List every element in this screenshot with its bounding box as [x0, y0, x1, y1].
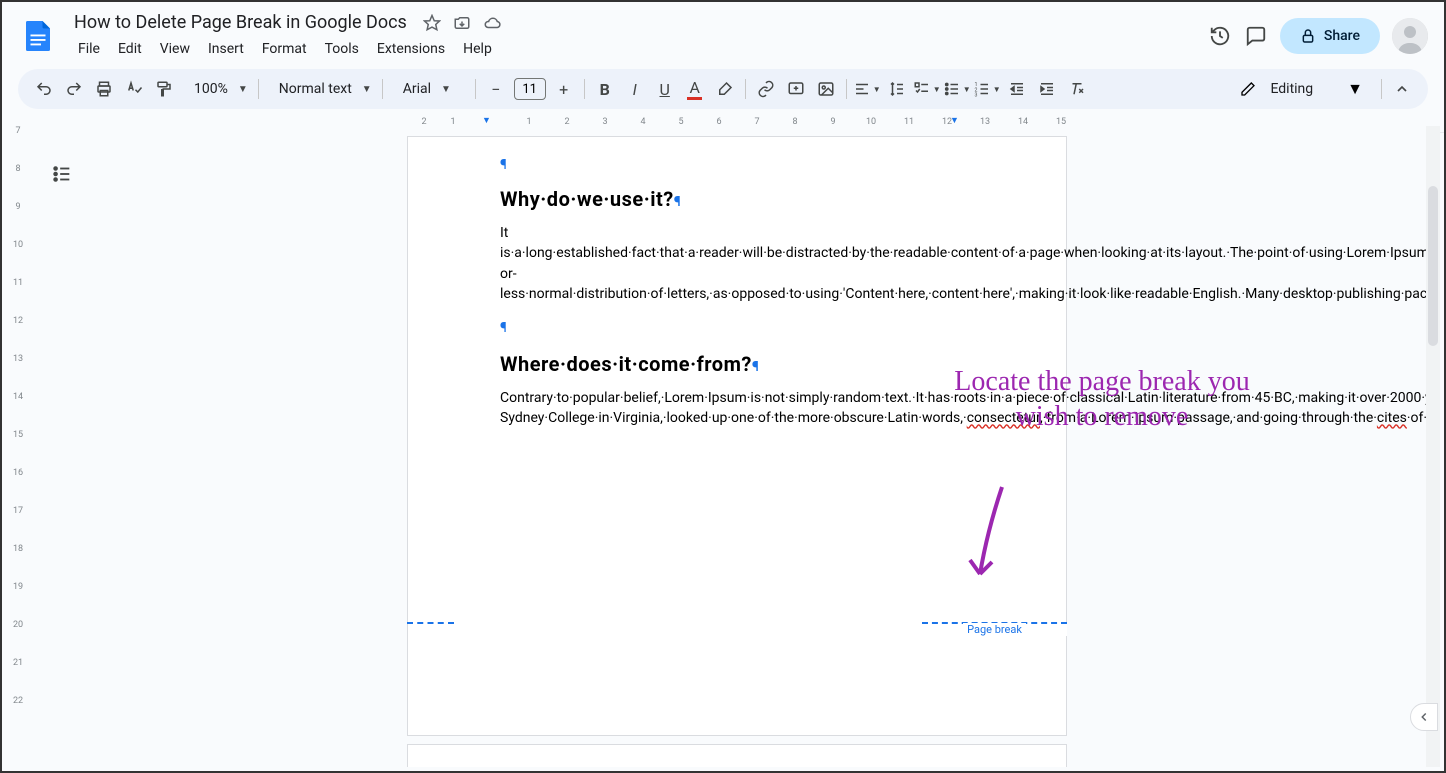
indent-marker[interactable]: ▼ — [482, 115, 491, 126]
menu-help[interactable]: Help — [455, 37, 500, 61]
vertical-scrollbar[interactable] — [1426, 126, 1440, 767]
pilcrow-mark: ¶ — [500, 157, 974, 173]
pilcrow-mark: ¶ — [500, 320, 974, 336]
heading[interactable]: Where·does·it·come·from?¶ — [500, 352, 974, 376]
account-avatar[interactable] — [1392, 18, 1428, 54]
show-side-panel-button[interactable] — [1410, 703, 1438, 731]
right-indent-marker[interactable]: ▼ — [950, 115, 959, 126]
menu-format[interactable]: Format — [254, 37, 315, 61]
spellcheck-button[interactable] — [120, 75, 148, 103]
toolbar: 100%▼ Normal text▼ Arial▼ − 11 + B I U A… — [18, 69, 1428, 109]
paragraph[interactable]: Contrary·to·popular·belief,·Lorem·Ipsum·… — [500, 388, 974, 429]
italic-button[interactable]: I — [621, 75, 649, 103]
text-color-button[interactable]: A — [681, 75, 709, 103]
add-comment-button[interactable] — [782, 75, 810, 103]
zoom-dropdown[interactable]: 100%▼ — [180, 81, 252, 97]
bold-button[interactable]: B — [591, 75, 619, 103]
print-button[interactable] — [90, 75, 118, 103]
share-button[interactable]: Share — [1280, 18, 1380, 54]
menu-view[interactable]: View — [152, 37, 198, 61]
insert-link-button[interactable] — [752, 75, 780, 103]
share-label: Share — [1324, 28, 1360, 44]
page[interactable]: ¶ Why·do·we·use·it?¶ It is·a·long·establ… — [407, 136, 1067, 736]
page-break-indicator[interactable]: Page break — [922, 622, 1067, 636]
indent-increase-button[interactable] — [1033, 75, 1061, 103]
move-icon[interactable] — [453, 14, 471, 32]
font-dropdown[interactable]: Arial▼ — [389, 81, 469, 97]
menu-file[interactable]: File — [70, 37, 108, 61]
vertical-ruler[interactable]: 7 8 9 10 11 12 13 14 15 16 17 18 19 20 2… — [6, 126, 30, 767]
line-spacing-button[interactable] — [883, 75, 911, 103]
font-size-decrease[interactable]: − — [482, 75, 510, 103]
page-break-indicator[interactable] — [407, 622, 454, 624]
clear-formatting-button[interactable] — [1063, 75, 1091, 103]
align-button[interactable]: ▼ — [853, 75, 881, 103]
scroll-thumb[interactable] — [1428, 186, 1438, 346]
pencil-icon — [1240, 81, 1256, 97]
font-size-increase[interactable]: + — [550, 75, 578, 103]
lock-icon — [1300, 28, 1316, 44]
menu-edit[interactable]: Edit — [110, 37, 150, 61]
menu-tools[interactable]: Tools — [317, 37, 367, 61]
editing-mode-dropdown[interactable]: Editing ▼ — [1228, 79, 1375, 99]
history-icon[interactable] — [1208, 24, 1232, 48]
bulleted-list-button[interactable]: ▼ — [943, 75, 971, 103]
document-title[interactable]: How to Delete Page Break in Google Docs — [70, 10, 411, 35]
numbered-list-button[interactable]: 123▼ — [973, 75, 1001, 103]
show-outline-button[interactable] — [46, 158, 78, 190]
paragraph[interactable]: It is·a·long·established·fact·that·a·rea… — [500, 223, 974, 304]
underline-button[interactable]: U — [651, 75, 679, 103]
document-canvas[interactable]: ¶ Why·do·we·use·it?¶ It is·a·long·establ… — [34, 126, 1440, 767]
highlight-button[interactable] — [711, 75, 739, 103]
page[interactable] — [407, 744, 1067, 767]
collapse-toolbar-button[interactable] — [1388, 75, 1416, 103]
indent-decrease-button[interactable] — [1003, 75, 1031, 103]
menu-extensions[interactable]: Extensions — [369, 37, 453, 61]
undo-button[interactable] — [30, 75, 58, 103]
checklist-button[interactable]: ▼ — [913, 75, 941, 103]
annotation-text: Locate the page break you wish to remove — [932, 364, 1272, 434]
cloud-status-icon[interactable] — [483, 14, 501, 32]
docs-logo[interactable] — [18, 16, 58, 56]
paint-format-button[interactable] — [150, 75, 178, 103]
svg-text:3: 3 — [974, 93, 977, 99]
menu-insert[interactable]: Insert — [200, 37, 252, 61]
insert-image-button[interactable] — [812, 75, 840, 103]
star-icon[interactable] — [423, 14, 441, 32]
redo-button[interactable] — [60, 75, 88, 103]
heading[interactable]: Why·do·we·use·it?¶ — [500, 187, 974, 211]
menubar: File Edit View Insert Format Tools Exten… — [70, 37, 1196, 61]
font-size-input[interactable]: 11 — [514, 78, 546, 100]
styles-dropdown[interactable]: Normal text▼ — [265, 81, 376, 97]
comments-icon[interactable] — [1244, 24, 1268, 48]
